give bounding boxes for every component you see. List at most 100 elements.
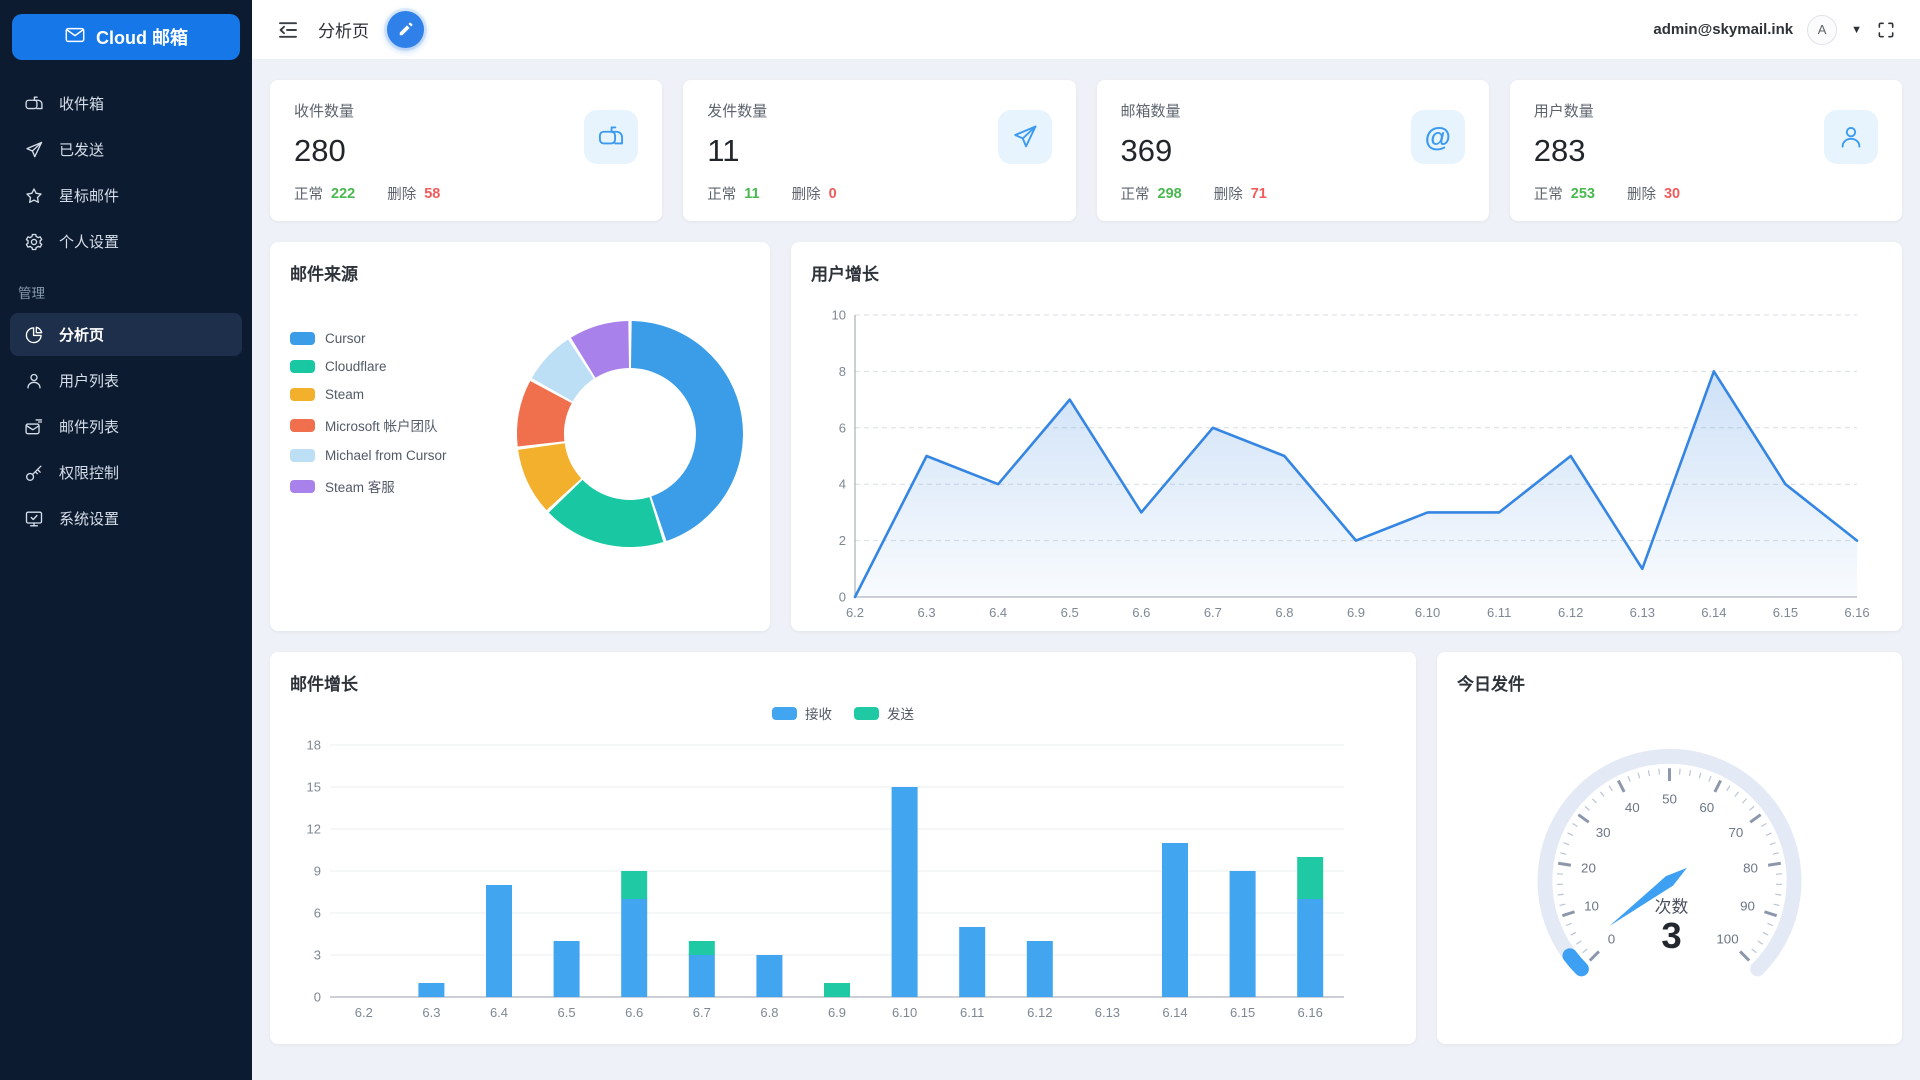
app-root: Cloud 邮箱 收件箱已发送星标邮件个人设置 管理 分析页用户列表邮件列表权限… — [0, 0, 1920, 1080]
bar-接收-6.12 — [1027, 941, 1053, 997]
svg-text:80: 80 — [1743, 860, 1758, 875]
legend-label: Cursor — [325, 331, 366, 346]
person-icon — [24, 371, 44, 391]
svg-text:20: 20 — [1581, 860, 1596, 875]
topbar: 分析页 admin@skymail.ink A ▼ — [252, 0, 1920, 60]
mailbox-icon — [24, 94, 44, 114]
stat-normal-value: 253 — [1571, 186, 1595, 202]
sidebar: Cloud 邮箱 收件箱已发送星标邮件个人设置 管理 分析页用户列表邮件列表权限… — [0, 0, 252, 1080]
stat-card-1: 收件数量280正常222删除58 — [270, 80, 662, 221]
legend-label: Microsoft 帐户团队 — [325, 415, 438, 435]
svg-text:6.16: 6.16 — [1298, 1005, 1323, 1020]
svg-text:60: 60 — [1699, 800, 1714, 815]
stat-normal-label: 正常 — [294, 183, 323, 204]
avatar[interactable]: A — [1807, 15, 1837, 45]
sidebar-item-分析页[interactable]: 分析页 — [10, 313, 242, 356]
today-sent-card: 今日发件 0102030405060708090100次数3 — [1437, 652, 1902, 1044]
legend-swatch — [290, 332, 315, 345]
sidebar-item-收件箱[interactable]: 收件箱 — [10, 82, 242, 125]
legend-label: Steam — [325, 387, 364, 402]
sidebar-item-已发送[interactable]: 已发送 — [10, 128, 242, 171]
svg-text:50: 50 — [1662, 791, 1677, 806]
sidebar-item-星标邮件[interactable]: 星标邮件 — [10, 174, 242, 217]
svg-text:10: 10 — [832, 308, 846, 323]
legend-label: Michael from Cursor — [325, 448, 447, 463]
stat-deleted-label: 删除 — [387, 183, 416, 204]
mail-sources-title: 邮件来源 — [290, 260, 750, 285]
svg-text:6.3: 6.3 — [422, 1005, 440, 1020]
chevron-down-icon[interactable]: ▼ — [1851, 24, 1862, 36]
svg-text:6.15: 6.15 — [1773, 605, 1798, 620]
svg-text:100: 100 — [1716, 931, 1738, 946]
svg-text:0: 0 — [839, 590, 846, 605]
sidebar-item-label: 系统设置 — [59, 508, 119, 529]
bar-发送-6.7 — [689, 941, 715, 955]
svg-text:40: 40 — [1625, 800, 1640, 815]
legend-item-接收[interactable]: 接收 — [772, 703, 832, 723]
mail-list-icon — [24, 417, 44, 437]
svg-text:6.2: 6.2 — [355, 1005, 373, 1020]
stat-deleted-label: 删除 — [792, 183, 821, 204]
svg-text:6.6: 6.6 — [1132, 605, 1150, 620]
bar-接收-6.15 — [1230, 871, 1256, 997]
mail-sources-card: 邮件来源 Cursor Cloudflare Steam Microsoft 帐户团队… — [270, 242, 770, 631]
bar-接收-6.8 — [756, 955, 782, 997]
gauge-wrap: 0102030405060708090100次数3 — [1457, 721, 1882, 1021]
svg-text:18: 18 — [307, 738, 321, 753]
sidebar-item-label: 邮件列表 — [59, 416, 119, 437]
legend-swatch — [854, 707, 879, 720]
svg-text:8: 8 — [839, 364, 846, 379]
sidebar-item-系统设置[interactable]: 系统设置 — [10, 497, 242, 540]
bar-接收-6.7 — [689, 955, 715, 997]
legend-label: Cloudflare — [325, 359, 387, 374]
svg-text:6.14: 6.14 — [1162, 1005, 1187, 1020]
svg-text:6.10: 6.10 — [1415, 605, 1440, 620]
stat-deleted-value: 58 — [424, 186, 440, 202]
key-icon — [24, 463, 44, 483]
stat-meta: 正常 222 删除 58 — [294, 183, 638, 204]
star-icon — [24, 186, 44, 206]
svg-text:6.8: 6.8 — [1275, 605, 1293, 620]
user-growth-title: 用户增长 — [811, 260, 1882, 285]
svg-text:6.6: 6.6 — [625, 1005, 643, 1020]
legend-item-发送[interactable]: 发送 — [854, 703, 914, 723]
menu-fold-icon[interactable] — [276, 18, 300, 42]
gauge-progress-arc — [1570, 956, 1582, 969]
sidebar-item-邮件列表[interactable]: 邮件列表 — [10, 405, 242, 448]
svg-text:70: 70 — [1728, 825, 1743, 840]
bar-接收-6.14 — [1162, 843, 1188, 997]
bar-发送-6.16 — [1297, 857, 1323, 899]
today-sent-gauge-chart: 0102030405060708090100次数3 — [1457, 721, 1882, 1021]
svg-text:15: 15 — [307, 780, 321, 795]
charts-row-2: 邮件增长 接收发送 03691215186.26.36.46.56.66.76.… — [270, 652, 1902, 1044]
sidebar-item-权限控制[interactable]: 权限控制 — [10, 451, 242, 494]
user-growth-card: 用户增长 02468106.26.36.46.56.66.76.86.96.10… — [791, 242, 1902, 631]
user-menu[interactable]: admin@skymail.ink A ▼ — [1653, 15, 1896, 45]
legend-swatch — [290, 419, 315, 432]
main-column: 分析页 admin@skymail.ink A ▼ 收件数量280正常222删除… — [252, 0, 1920, 1080]
mail-logo-icon — [64, 24, 86, 51]
stat-normal-value: 222 — [331, 186, 355, 202]
sidebar-item-个人设置[interactable]: 个人设置 — [10, 220, 242, 263]
page-title: 分析页 — [318, 17, 369, 42]
svg-text:6.10: 6.10 — [892, 1005, 917, 1020]
svg-text:6.5: 6.5 — [1061, 605, 1079, 620]
bar-接收-6.10 — [892, 787, 918, 997]
edit-button[interactable] — [387, 11, 424, 48]
svg-text:3: 3 — [314, 948, 321, 963]
legend-label: 发送 — [887, 703, 914, 723]
bar-发送-6.6 — [621, 871, 647, 899]
fullscreen-icon[interactable] — [1876, 20, 1896, 40]
svg-text:6: 6 — [839, 420, 846, 435]
svg-text:次数: 次数 — [1655, 898, 1689, 917]
bar-接收-6.3 — [418, 983, 444, 997]
mail-growth-card: 邮件增长 接收发送 03691215186.26.36.46.56.66.76.… — [270, 652, 1416, 1044]
mail-sources-donut-chart — [504, 308, 756, 560]
donut-chart-wrap — [504, 308, 756, 565]
sidebar-item-label: 已发送 — [59, 139, 104, 160]
app-logo-text: Cloud 邮箱 — [96, 24, 188, 50]
app-logo[interactable]: Cloud 邮箱 — [12, 14, 240, 60]
stat-deleted-label: 删除 — [1627, 183, 1656, 204]
stat-card-4: 用户数量283正常253删除30 — [1510, 80, 1902, 221]
sidebar-item-用户列表[interactable]: 用户列表 — [10, 359, 242, 402]
